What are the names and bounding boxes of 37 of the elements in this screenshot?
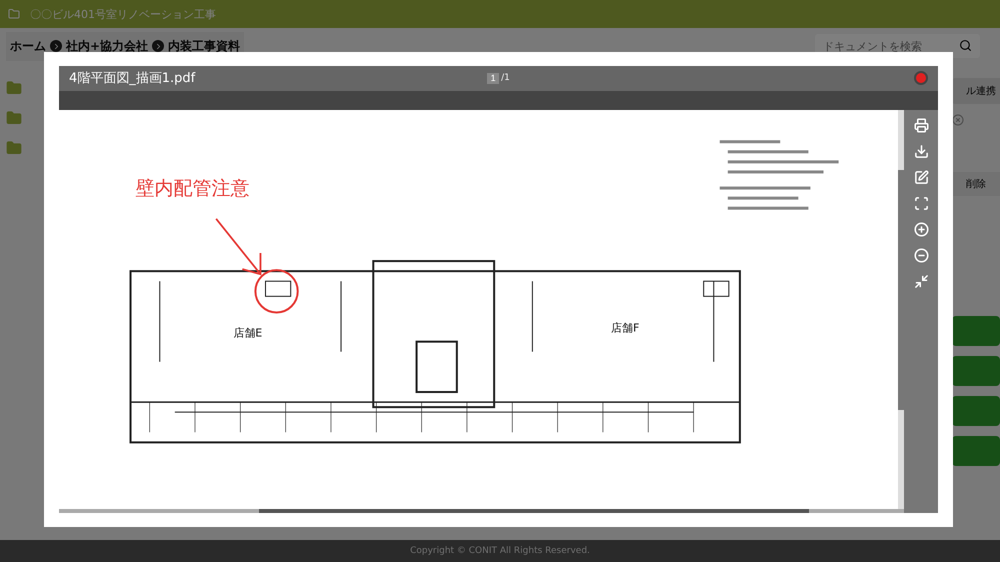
page-number-field[interactable]: 1 (487, 72, 500, 84)
copyright-text: Copyright © CONIT All Rights Reserved. (0, 540, 1000, 562)
delete-button[interactable]: 削除 (952, 172, 1000, 196)
print-icon (914, 118, 928, 134)
fullscreen-icon (914, 196, 928, 212)
print-button[interactable] (914, 118, 928, 134)
action-button[interactable] (952, 396, 1000, 426)
action-button[interactable] (952, 436, 1000, 466)
link-button[interactable]: ル連携 (952, 78, 1000, 104)
shrink-button[interactable] (914, 274, 928, 290)
edit-button[interactable] (914, 170, 928, 186)
room-label: 店舗E (233, 326, 262, 340)
breadcrumb-link[interactable]: 内装工事資料 (168, 38, 240, 54)
zoom-in-icon (914, 222, 928, 238)
fullscreen-button[interactable] (914, 196, 928, 212)
close-icon[interactable] (952, 114, 964, 126)
vertical-scrollbar[interactable] (898, 110, 904, 509)
action-button[interactable] (952, 356, 1000, 386)
file-name: 4階平面図_描画1.pdf (69, 70, 196, 88)
download-icon (914, 144, 928, 160)
breadcrumb-link[interactable]: 社内+協力会社 (66, 38, 148, 54)
action-button[interactable] (952, 316, 1000, 346)
edit-icon (914, 170, 928, 186)
zoom-out-icon (914, 248, 928, 264)
annotation-text: 壁内配管注意 (136, 176, 250, 200)
zoom-out-button[interactable] (914, 248, 928, 264)
project-title: 〇〇ビル401号室リノベーション工事 (30, 6, 216, 22)
zoom-in-button[interactable] (914, 222, 928, 238)
breadcrumb-link[interactable]: ホーム (10, 38, 46, 54)
shrink-icon (914, 274, 928, 290)
annotation-arrow (215, 218, 262, 276)
horizontal-scrollbar[interactable] (59, 509, 904, 513)
room-label: 店舗F (610, 322, 640, 335)
search-icon (959, 39, 972, 52)
annotation-circle (254, 269, 299, 314)
download-button[interactable] (914, 144, 928, 160)
page-total: /1 (501, 73, 510, 84)
